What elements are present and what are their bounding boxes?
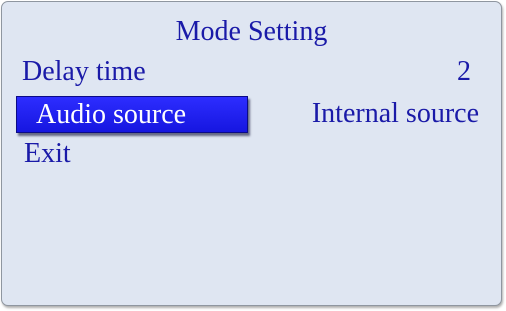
- menu-item-label: Exit: [24, 138, 71, 169]
- menu-item-delay-time[interactable]: Delay time 2: [2, 54, 501, 90]
- mode-setting-screen: Mode Setting Delay time 2 Audio source I…: [1, 1, 502, 306]
- screen-title: Mode Setting: [175, 16, 328, 47]
- menu-item-label: Delay time: [22, 56, 146, 87]
- menu-item-exit[interactable]: Exit: [2, 136, 501, 172]
- menu-item-audio-source[interactable]: Audio source Internal source: [2, 96, 501, 133]
- audio-source-value: Internal source: [311, 98, 479, 129]
- delay-time-value: 2: [457, 56, 471, 87]
- selected-menu-item-audio-source[interactable]: Audio source: [16, 96, 248, 133]
